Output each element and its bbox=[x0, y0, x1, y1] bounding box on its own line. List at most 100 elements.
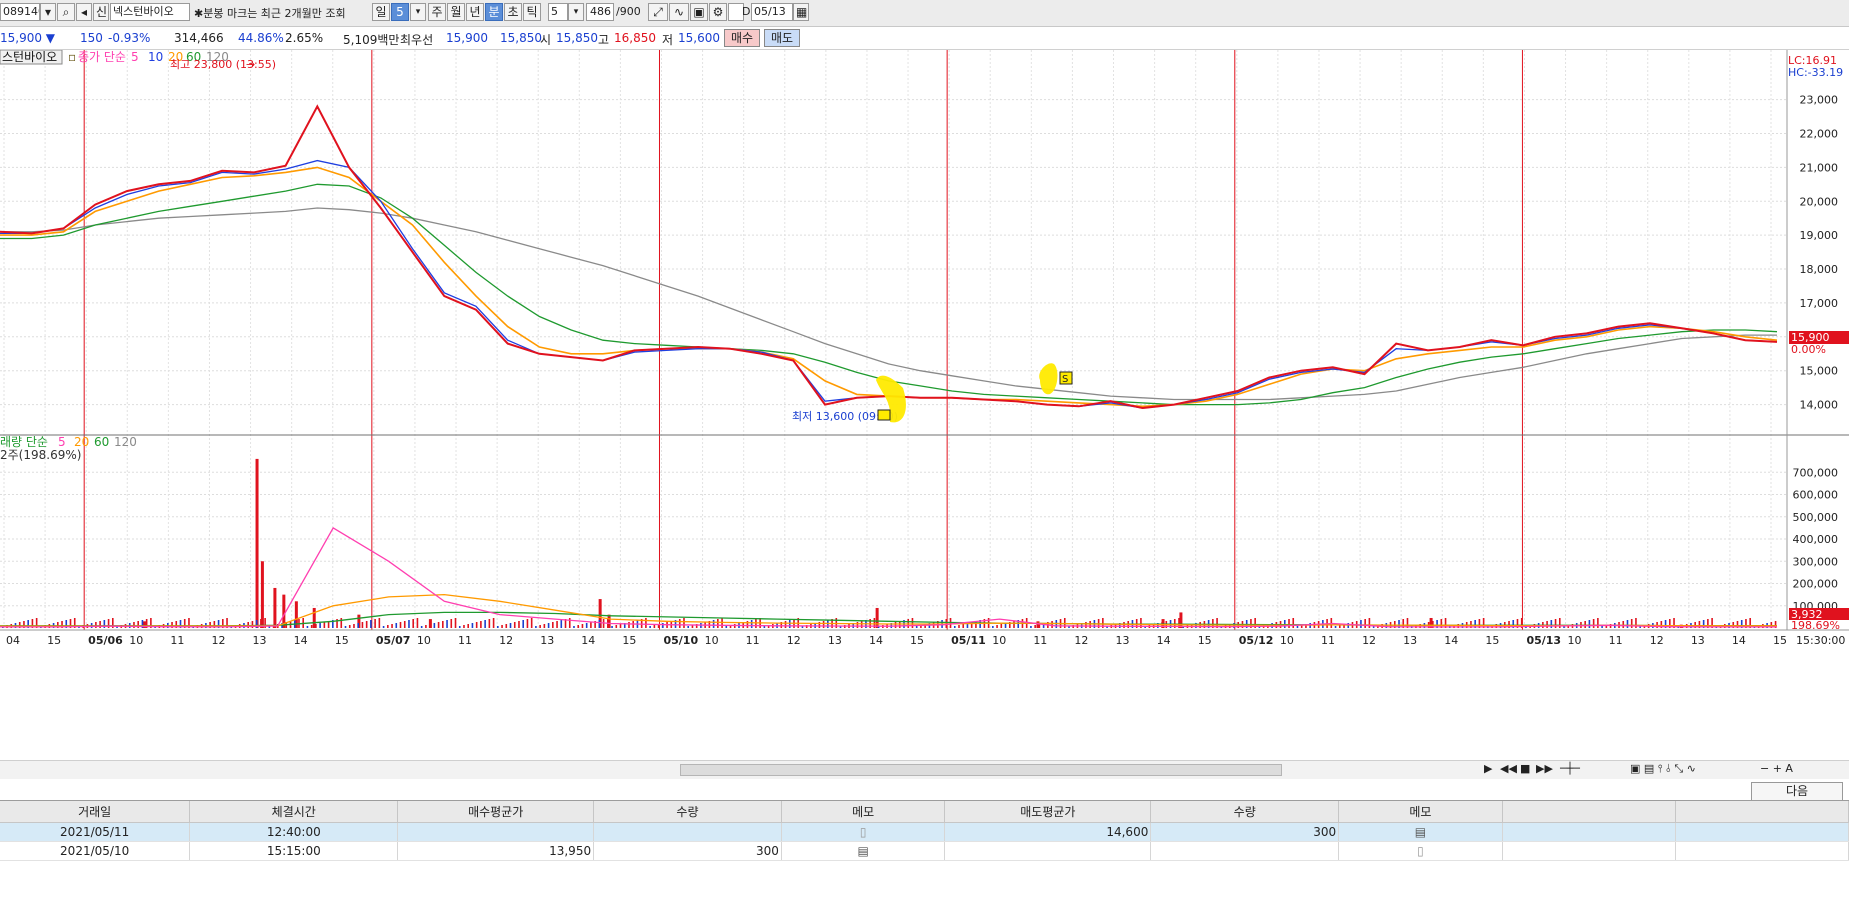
table-row[interactable]: 2021/05/10 15:15:00 13,950 300 ▤ ▯ bbox=[0, 841, 1849, 861]
flag-label: D bbox=[742, 5, 751, 18]
search-icon[interactable]: ⌕ bbox=[57, 3, 75, 21]
volume-bar bbox=[509, 623, 512, 628]
rewind-icon[interactable]: ◀◀ bbox=[1500, 762, 1517, 775]
time-tick-label: 15 bbox=[622, 634, 636, 647]
volume-bar bbox=[484, 620, 486, 628]
zoom-controls-icon[interactable]: − + A bbox=[1760, 762, 1793, 775]
col-header-date[interactable]: 거래일 bbox=[0, 801, 191, 823]
chart-scroll-bar[interactable]: ▶ ◀◀ ■ ▶▶ ─┼─ ▣ ▤ ⫯ ⫰ ⤡ ∿ − + A bbox=[0, 760, 1849, 779]
volume-bar bbox=[1123, 622, 1125, 628]
volume-bar bbox=[399, 622, 402, 628]
volume-bar bbox=[687, 626, 690, 628]
volume-bar bbox=[577, 625, 580, 628]
volume-bar bbox=[1292, 618, 1295, 628]
col-header-buy-avg[interactable]: 매수평균가 bbox=[397, 801, 595, 823]
table-row[interactable]: 2021/05/11 12:40:00 ▯ 14,600 300 ▤ bbox=[0, 822, 1849, 842]
volume-bar bbox=[395, 623, 398, 628]
play-icon[interactable]: ▶ bbox=[1484, 762, 1492, 775]
volume-bar bbox=[539, 625, 541, 628]
period-minute-button[interactable]: 분 bbox=[485, 3, 503, 21]
buy-button[interactable]: 매수 bbox=[724, 29, 760, 47]
period-year-button[interactable]: 년 bbox=[466, 3, 484, 21]
gear-icon[interactable]: ⚙ bbox=[709, 3, 727, 21]
volume-bar bbox=[442, 621, 444, 628]
volume-bar bbox=[678, 619, 681, 628]
date-input[interactable]: 05/13 bbox=[751, 3, 793, 21]
volume-bar bbox=[784, 621, 787, 628]
col-header-buy-memo[interactable]: 메모 bbox=[781, 801, 946, 823]
forward-icon[interactable]: ▶▶ bbox=[1536, 762, 1553, 775]
trade-grid: 거래일 체결시간 매수평균가 수량 메모 매도평균가 수량 메모 2021/05… bbox=[0, 800, 1849, 923]
cell-date: 2021/05/11 bbox=[0, 822, 191, 842]
minute-dropdown-icon[interactable]: ▾ bbox=[568, 3, 584, 21]
volume-bar bbox=[408, 620, 410, 628]
volume-bar bbox=[1034, 625, 1036, 628]
volume-bar bbox=[1554, 619, 1557, 628]
period-tick-button[interactable]: 틱 bbox=[523, 3, 541, 21]
notice-label: 분봉 마크는 최근 2개월만 조회 bbox=[203, 7, 346, 20]
sell-button[interactable]: 매도 bbox=[764, 29, 800, 47]
high-annotation: 최고 23,800 (13:55) bbox=[170, 58, 276, 71]
period-second-button[interactable]: 초 bbox=[504, 3, 522, 21]
bar-count-input[interactable]: 486 bbox=[586, 3, 614, 21]
minute-value-input[interactable]: 5 bbox=[548, 3, 568, 21]
chart-tool-icon[interactable]: ⤢ bbox=[648, 3, 668, 21]
col-header-sell-qty[interactable]: 수량 bbox=[1150, 801, 1340, 823]
volume-value: 314,466 bbox=[174, 31, 224, 45]
col-header-sell-memo[interactable]: 메모 bbox=[1338, 801, 1503, 823]
time-tick-label: 05/10 bbox=[663, 634, 698, 647]
volume-bar bbox=[475, 622, 478, 628]
volume-bar bbox=[1334, 626, 1337, 628]
calendar-icon[interactable]: ▦ bbox=[793, 3, 809, 21]
save-icon[interactable]: ▣ bbox=[690, 3, 708, 21]
period-day-button[interactable]: 일 bbox=[372, 3, 390, 21]
memo-icon[interactable]: ▤ bbox=[1338, 822, 1503, 842]
col-header-empty-2 bbox=[1675, 801, 1849, 823]
period-count-box[interactable]: 5 bbox=[391, 3, 409, 21]
stop-icon[interactable]: ■ bbox=[1520, 762, 1530, 775]
volume-bar bbox=[522, 620, 525, 628]
draw-tool-icon[interactable]: ∿ bbox=[669, 3, 689, 21]
memo-icon[interactable]: ▯ bbox=[781, 822, 946, 842]
volume-bar bbox=[463, 625, 465, 628]
high-arrow-icon: → bbox=[246, 58, 255, 71]
time-tick-label: 11 bbox=[1609, 634, 1623, 647]
volume-bar bbox=[319, 623, 321, 628]
layout-icons[interactable]: ▣ ▤ ⫯ ⫰ ⤡ ∿ bbox=[1630, 762, 1696, 776]
stock-name-field[interactable]: 넥스턴바이오 bbox=[110, 3, 190, 21]
price-legend-label: 종가 단순 bbox=[78, 50, 126, 64]
notice-icon: ✱ bbox=[194, 7, 204, 20]
period-dropdown-icon[interactable]: ▾ bbox=[410, 3, 426, 21]
period-month-button[interactable]: 월 bbox=[447, 3, 465, 21]
volume-bar bbox=[416, 618, 419, 628]
time-tick-label: 05/12 bbox=[1239, 634, 1274, 647]
stock-code-input[interactable]: 089140 bbox=[0, 3, 40, 21]
speaker-icon[interactable]: ◂ bbox=[76, 3, 92, 21]
volume-bar bbox=[573, 626, 575, 628]
time-tick-label: 15 bbox=[1485, 634, 1499, 647]
scroll-thumb[interactable] bbox=[680, 764, 1282, 776]
volume-bar bbox=[513, 622, 516, 628]
tag-box: 신 bbox=[93, 3, 109, 21]
period-week-button[interactable]: 주 bbox=[428, 3, 446, 21]
col-header-sell-avg[interactable]: 매도평균가 bbox=[944, 801, 1152, 823]
volume-bar bbox=[547, 623, 550, 628]
price-volume-chart[interactable]: 23,000 22,000 21,000 20,000 19,000 18,000 17,0… bbox=[0, 50, 1849, 762]
memo-icon[interactable]: ▯ bbox=[1338, 841, 1503, 861]
code-dropdown-icon[interactable]: ▾ bbox=[40, 3, 56, 21]
col-header-buy-qty[interactable]: 수량 bbox=[593, 801, 782, 823]
zoom-slider-icon[interactable]: ─┼─ bbox=[1560, 762, 1580, 775]
col-header-empty-1 bbox=[1502, 801, 1677, 823]
volume-bar bbox=[1000, 624, 1003, 628]
volume-bar bbox=[497, 626, 499, 628]
volume-bar bbox=[323, 622, 326, 628]
volume-bar bbox=[255, 458, 259, 628]
next-button[interactable]: 다음 bbox=[1751, 782, 1843, 802]
settings-icon[interactable]: ▫ bbox=[68, 50, 76, 64]
best-quote-label: 최우선 bbox=[400, 33, 434, 47]
memo-icon[interactable]: ▤ bbox=[781, 841, 946, 861]
col-header-time[interactable]: 체결시간 bbox=[189, 801, 399, 823]
volume-bar bbox=[1368, 618, 1371, 628]
volume-bar bbox=[357, 623, 359, 628]
buy-marker-icon bbox=[877, 409, 891, 421]
